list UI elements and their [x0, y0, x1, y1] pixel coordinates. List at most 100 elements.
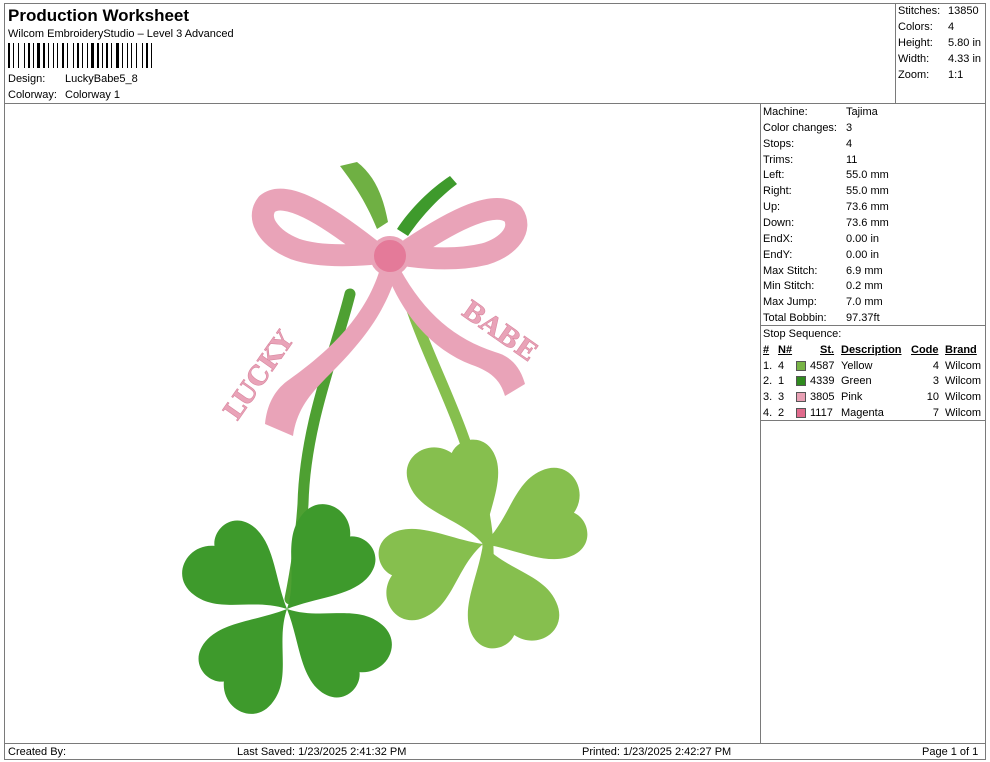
software-name: Wilcom EmbroideryStudio – Level 3 Advanc…	[8, 28, 234, 40]
info-label: Min Stitch:	[763, 280, 815, 292]
bow-left-loop	[251, 188, 381, 267]
barcode-bar	[48, 43, 49, 68]
row-code: 7	[932, 407, 939, 419]
info-label: Max Stitch:	[763, 265, 818, 277]
color-swatch	[796, 361, 806, 371]
barcode-bar	[146, 43, 148, 68]
barcode-bar	[77, 43, 79, 68]
right-clover	[374, 435, 592, 653]
info-value: 0.2 mm	[846, 280, 883, 292]
footer-created-by: Created By:	[8, 746, 67, 758]
info-label: Max Jump:	[763, 296, 817, 308]
summary-value: 4.33 in	[948, 53, 982, 65]
design-label: Design:	[8, 73, 46, 85]
row-n: 3	[778, 391, 785, 403]
row-st: 3805	[810, 391, 835, 403]
info-label: Color changes:	[763, 122, 837, 134]
stop-table-divider	[760, 420, 986, 421]
barcode-bar	[33, 43, 34, 68]
summary-label: Width:	[898, 53, 930, 65]
info-frame	[760, 103, 986, 744]
row-code: 4	[932, 360, 939, 372]
barcode-bar	[87, 43, 88, 68]
row-num: 1.	[763, 360, 773, 372]
footer-page: Page 1 of 1	[922, 746, 979, 758]
info-value: 4	[846, 138, 853, 150]
summary-label: Zoom:	[898, 69, 930, 81]
color-swatch	[796, 376, 806, 386]
barcode-bar	[43, 43, 45, 68]
info-label: Stops:	[763, 138, 795, 150]
summary-label: Colors:	[898, 21, 933, 33]
info-value: 73.6 mm	[846, 201, 889, 213]
info-value: 6.9 mm	[846, 265, 883, 277]
stop-sequence-title: Stop Sequence:	[763, 328, 842, 340]
row-brand: Wilcom	[945, 391, 982, 403]
row-brand: Wilcom	[945, 375, 982, 387]
color-swatch	[796, 408, 806, 418]
info-value: Tajima	[846, 106, 878, 118]
barcode-bar	[28, 43, 30, 68]
footer-frame	[4, 743, 986, 760]
barcode-bar	[131, 43, 132, 68]
header-st: St.	[820, 344, 835, 356]
barcode-bar	[73, 43, 74, 68]
info-value: 11	[846, 154, 858, 166]
row-num: 3.	[763, 391, 773, 403]
bow-knot	[370, 236, 410, 276]
barcode-bar	[127, 43, 128, 68]
barcode-bar	[116, 43, 119, 68]
barcode-bar	[142, 43, 143, 68]
info-value: 3	[846, 122, 853, 134]
barcode-bar	[82, 43, 83, 68]
summary-value: 1:1	[948, 69, 964, 81]
row-n: 1	[778, 375, 785, 387]
barcode-bar	[67, 43, 68, 68]
row-desc: Pink	[841, 391, 863, 403]
info-value: 73.6 mm	[846, 217, 889, 229]
header-code: Code	[911, 344, 939, 356]
barcode-bar	[8, 43, 10, 68]
barcode-bar	[122, 43, 123, 68]
page-title: Production Worksheet	[8, 6, 190, 25]
barcode-bar	[62, 43, 64, 68]
info-label: Machine:	[763, 106, 808, 118]
color-swatch	[796, 392, 806, 402]
info-label: Right:	[763, 185, 792, 197]
colorway-label: Colorway:	[8, 89, 57, 101]
info-divider	[760, 325, 986, 326]
row-num: 2.	[763, 375, 773, 387]
summary-label: Height:	[898, 37, 933, 49]
colorway-value: Colorway 1	[65, 89, 121, 101]
info-label: Total Bobbin:	[763, 312, 827, 324]
barcode-bar	[57, 43, 58, 68]
info-value: 55.0 mm	[846, 185, 889, 197]
row-desc: Green	[841, 375, 872, 387]
barcode-bar	[24, 43, 25, 68]
summary-value: 4	[948, 21, 955, 33]
row-brand: Wilcom	[945, 407, 982, 419]
barcode-bar	[37, 43, 40, 68]
row-n: 4	[778, 360, 785, 372]
info-value: 7.0 mm	[846, 296, 883, 308]
info-value: 55.0 mm	[846, 169, 889, 181]
embroidery-design: LUCKY BABE	[171, 162, 592, 725]
barcode-bar	[18, 43, 19, 68]
barcode-bar	[102, 43, 103, 68]
design-value: LuckyBabe5_8	[65, 73, 138, 85]
info-label: EndY:	[763, 249, 793, 261]
summary-label: Stitches:	[898, 5, 941, 17]
info-label: Down:	[763, 217, 795, 229]
header-n: N#	[778, 344, 793, 356]
row-n: 2	[778, 407, 785, 419]
summary-value: 5.80 in	[948, 37, 982, 49]
row-desc: Magenta	[841, 407, 884, 419]
barcode-bar	[111, 43, 112, 68]
header-brand: Brand	[945, 344, 977, 356]
bow-right-loop	[399, 197, 528, 270]
summary-value: 13850	[948, 5, 979, 17]
left-clover	[171, 493, 403, 725]
barcode-bar	[13, 43, 14, 68]
barcode-bar	[136, 43, 137, 68]
row-brand: Wilcom	[945, 360, 982, 372]
